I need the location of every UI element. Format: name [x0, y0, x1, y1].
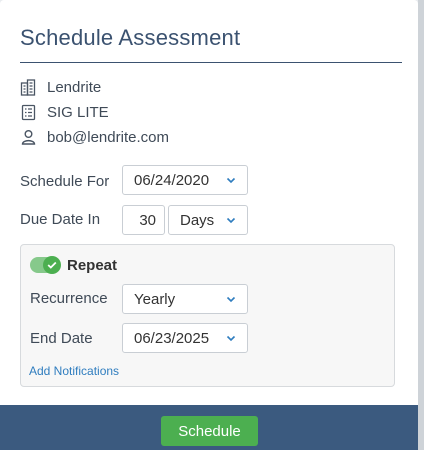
due-date-unit: Days: [180, 211, 215, 229]
contact-row: bob@lendrite.com: [20, 127, 169, 147]
company-row: Lendrite: [20, 77, 101, 97]
building-icon: [20, 78, 36, 96]
due-date-number: 30: [139, 211, 156, 229]
chevron-down-icon: [226, 217, 236, 224]
backdrop-edge: [418, 0, 424, 450]
document-list-icon: [20, 103, 36, 121]
schedule-for-value: 06/24/2020: [134, 171, 210, 189]
modal-title: Schedule Assessment: [20, 25, 241, 50]
schedule-button[interactable]: Schedule: [161, 416, 258, 446]
template-row: SIG LITE: [20, 102, 109, 122]
chevron-down-icon: [226, 177, 236, 184]
template-name: SIG LITE: [47, 103, 109, 121]
add-notifications-link[interactable]: Add Notifications: [29, 364, 119, 378]
due-date-label: Due Date In: [20, 211, 101, 228]
check-icon: [43, 256, 61, 274]
title-divider: [20, 62, 402, 63]
due-date-number-input[interactable]: 30: [122, 205, 165, 235]
contact-email: bob@lendrite.com: [47, 128, 169, 146]
company-name: Lendrite: [47, 78, 102, 96]
user-icon: [20, 128, 36, 146]
repeat-label: Repeat: [67, 257, 118, 274]
recurrence-label: Recurrence: [30, 290, 108, 307]
recurrence-value: Yearly: [134, 290, 176, 308]
schedule-for-label: Schedule For: [20, 173, 110, 190]
due-date-unit-select[interactable]: Days: [168, 205, 248, 235]
end-date-value: 06/23/2025: [134, 329, 210, 347]
schedule-for-select[interactable]: 06/24/2020: [122, 165, 248, 195]
chevron-down-icon: [226, 296, 236, 303]
recurrence-select[interactable]: Yearly: [122, 284, 248, 314]
end-date-label: End Date: [30, 330, 93, 347]
schedule-assessment-modal: Schedule Assessment Lendrite SIG LITE bo…: [0, 0, 418, 450]
end-date-select[interactable]: 06/23/2025: [122, 323, 248, 353]
chevron-down-icon: [226, 335, 236, 342]
